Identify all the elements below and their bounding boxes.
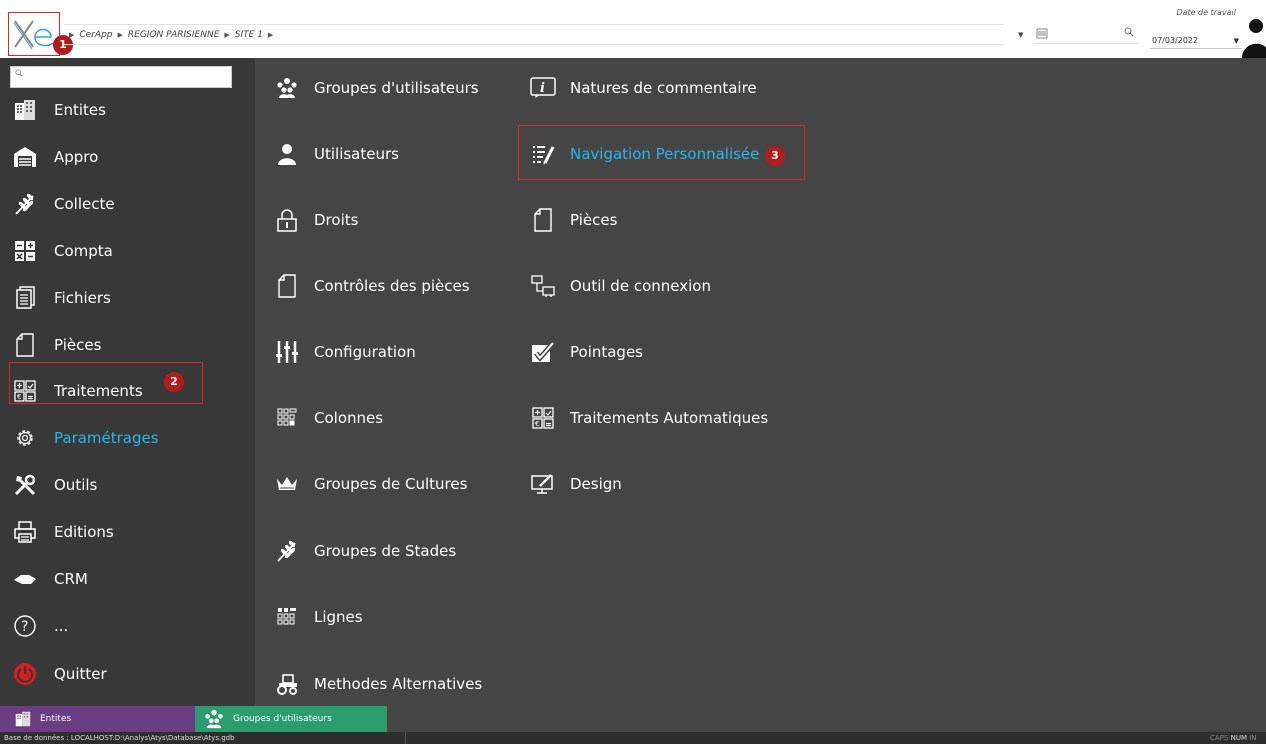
breadcrumb-separator-icon: ▶ <box>224 30 230 39</box>
sidebar-item-compta[interactable]: Compta <box>12 236 113 266</box>
buildings-icon <box>14 711 32 727</box>
sidebar-item-pieces[interactable]: Pièces <box>12 330 101 360</box>
buildings-icon <box>12 97 38 123</box>
menu-item-colonnes[interactable]: Colonnes <box>274 403 383 433</box>
printer-icon <box>12 519 38 545</box>
files-icon <box>12 285 38 311</box>
sidebar-item-fichiers[interactable]: Fichiers <box>12 283 111 313</box>
sidebar-item-collecte[interactable]: Collecte <box>12 189 115 219</box>
caps-indicator: CAPS <box>1210 734 1229 742</box>
menu-item-outil-connexion[interactable]: Outil de connexion <box>530 271 711 301</box>
menu-item-methodes-alternatives[interactable]: Methodes Alternatives <box>274 669 482 699</box>
wheat-icon <box>12 191 38 217</box>
calculator-icon <box>12 238 38 264</box>
status-divider <box>405 732 406 744</box>
help-icon: ? <box>12 613 38 639</box>
annotation-badge-2: 2 <box>164 372 184 392</box>
breadcrumb: ▶ CerApp ▶ REGION PARISIENNE ▶ SITE 1 ▶ <box>64 24 1004 45</box>
tools-icon <box>12 472 38 498</box>
wheat-icon <box>274 538 300 564</box>
search-icon <box>15 69 23 77</box>
status-bar: Base de données : LOCALHOST:D:\Analys\At… <box>0 732 1266 744</box>
tab-groupes-utilisateurs[interactable]: Groupes d'utilisateurs <box>195 706 387 732</box>
chevron-down-icon: ▼ <box>1233 37 1239 45</box>
breadcrumb-separator-icon: ▶ <box>267 30 274 39</box>
gear-icon <box>12 425 38 451</box>
menu-item-utilisateurs[interactable]: Utilisateurs <box>274 139 399 169</box>
annotation-badge-3: 3 <box>765 146 785 166</box>
tractor-icon <box>274 671 300 697</box>
breadcrumb-dropdown-icon[interactable]: ▼ <box>1018 31 1023 39</box>
sidebar-item-more[interactable]: ? ... <box>12 611 68 641</box>
search-icon[interactable] <box>1124 27 1134 37</box>
database-path: Base de données : LOCALHOST:D:\Analys\At… <box>4 734 235 742</box>
app-logo-button[interactable] <box>8 12 60 56</box>
sliders-icon <box>274 339 300 365</box>
checkbox-icon <box>530 339 556 365</box>
menu-search-input[interactable] <box>10 66 232 88</box>
svg-text:?: ? <box>21 619 28 635</box>
sidebar-item-crm[interactable]: CRM <box>12 564 88 594</box>
xe-logo-icon <box>13 20 54 50</box>
num-indicator: NUM <box>1230 734 1247 742</box>
menu-item-groupes-utilisateurs[interactable]: Groupes d'utilisateurs <box>274 73 479 103</box>
crown-icon <box>274 471 300 497</box>
top-bar: 1 ▶ CerApp ▶ REGION PARISIENNE ▶ SITE 1 … <box>0 0 1266 58</box>
menu-item-natures-commentaire[interactable]: i Natures de commentaire <box>530 73 757 103</box>
menu-item-pieces[interactable]: Pièces <box>530 205 617 235</box>
menu-item-design[interactable]: Design <box>530 469 622 499</box>
building-icon <box>1036 28 1048 39</box>
svg-text:€: € <box>535 420 539 428</box>
document-icon <box>274 273 300 299</box>
sidebar-item-appro[interactable]: Appro <box>12 142 98 172</box>
breadcrumb-item-region[interactable]: REGION PARISIENNE <box>128 30 220 40</box>
breadcrumb-item-cerapp[interactable]: CerApp <box>79 30 112 40</box>
open-tabs-bar: Entites Groupes d'utilisateurs <box>0 706 1266 732</box>
svg-text:i: i <box>540 81 545 96</box>
handshake-icon <box>12 566 38 592</box>
info-icon: i <box>530 75 556 101</box>
users-group-icon <box>274 75 300 101</box>
keyboard-status: CAPS NUM IN <box>1210 732 1257 744</box>
menu-item-droits[interactable]: Droits <box>274 205 358 235</box>
lines-grid-icon <box>274 604 300 630</box>
breadcrumb-item-site[interactable]: SITE 1 <box>235 30 263 40</box>
breadcrumb-separator-icon: ▶ <box>69 30 75 39</box>
menu-item-pointages[interactable]: Pointages <box>530 337 643 367</box>
user-silhouette-icon <box>1242 12 1266 58</box>
monitor-edit-icon <box>530 471 556 497</box>
document-icon <box>530 207 556 233</box>
warehouse-icon <box>12 144 38 170</box>
sidebar-item-outils[interactable]: Outils <box>12 470 97 500</box>
menu-item-configuration[interactable]: Configuration <box>274 337 416 367</box>
menu-item-traitements-automatiques[interactable]: € Traitements Automatiques <box>530 403 768 433</box>
avatar[interactable] <box>1242 12 1266 58</box>
work-date-value: 07/03/2022 <box>1152 36 1199 45</box>
network-icon <box>530 273 556 299</box>
sidebar-item-quitter[interactable]: Quitter <box>12 659 107 689</box>
lock-icon <box>274 207 300 233</box>
work-date-picker[interactable]: 07/03/2022 ▼ <box>1150 33 1242 49</box>
breadcrumb-separator-icon: ▶ <box>117 30 123 39</box>
process-icon: € <box>530 405 556 431</box>
user-icon <box>274 141 300 167</box>
sidebar-item-parametrages[interactable]: Paramétrages <box>12 423 159 453</box>
work-date-label: Date de travail <box>1176 8 1236 17</box>
ins-indicator: IN <box>1249 734 1257 742</box>
menu-item-groupes-cultures[interactable]: Groupes de Cultures <box>274 469 467 499</box>
menu-item-groupes-stades[interactable]: Groupes de Stades <box>274 536 456 566</box>
highlight-box-navigation <box>518 125 805 180</box>
tab-entites[interactable]: Entites <box>0 706 195 732</box>
menu-item-lignes[interactable]: Lignes <box>274 602 363 632</box>
power-icon <box>12 661 38 687</box>
users-group-icon <box>203 709 225 729</box>
columns-grid-icon <box>274 405 300 431</box>
document-icon <box>12 332 38 358</box>
menu-item-controles-pieces[interactable]: Contrôles des pièces <box>274 271 470 301</box>
sidebar-item-entites[interactable]: Entites <box>12 95 106 125</box>
sidebar-item-editions[interactable]: Editions <box>12 517 114 547</box>
